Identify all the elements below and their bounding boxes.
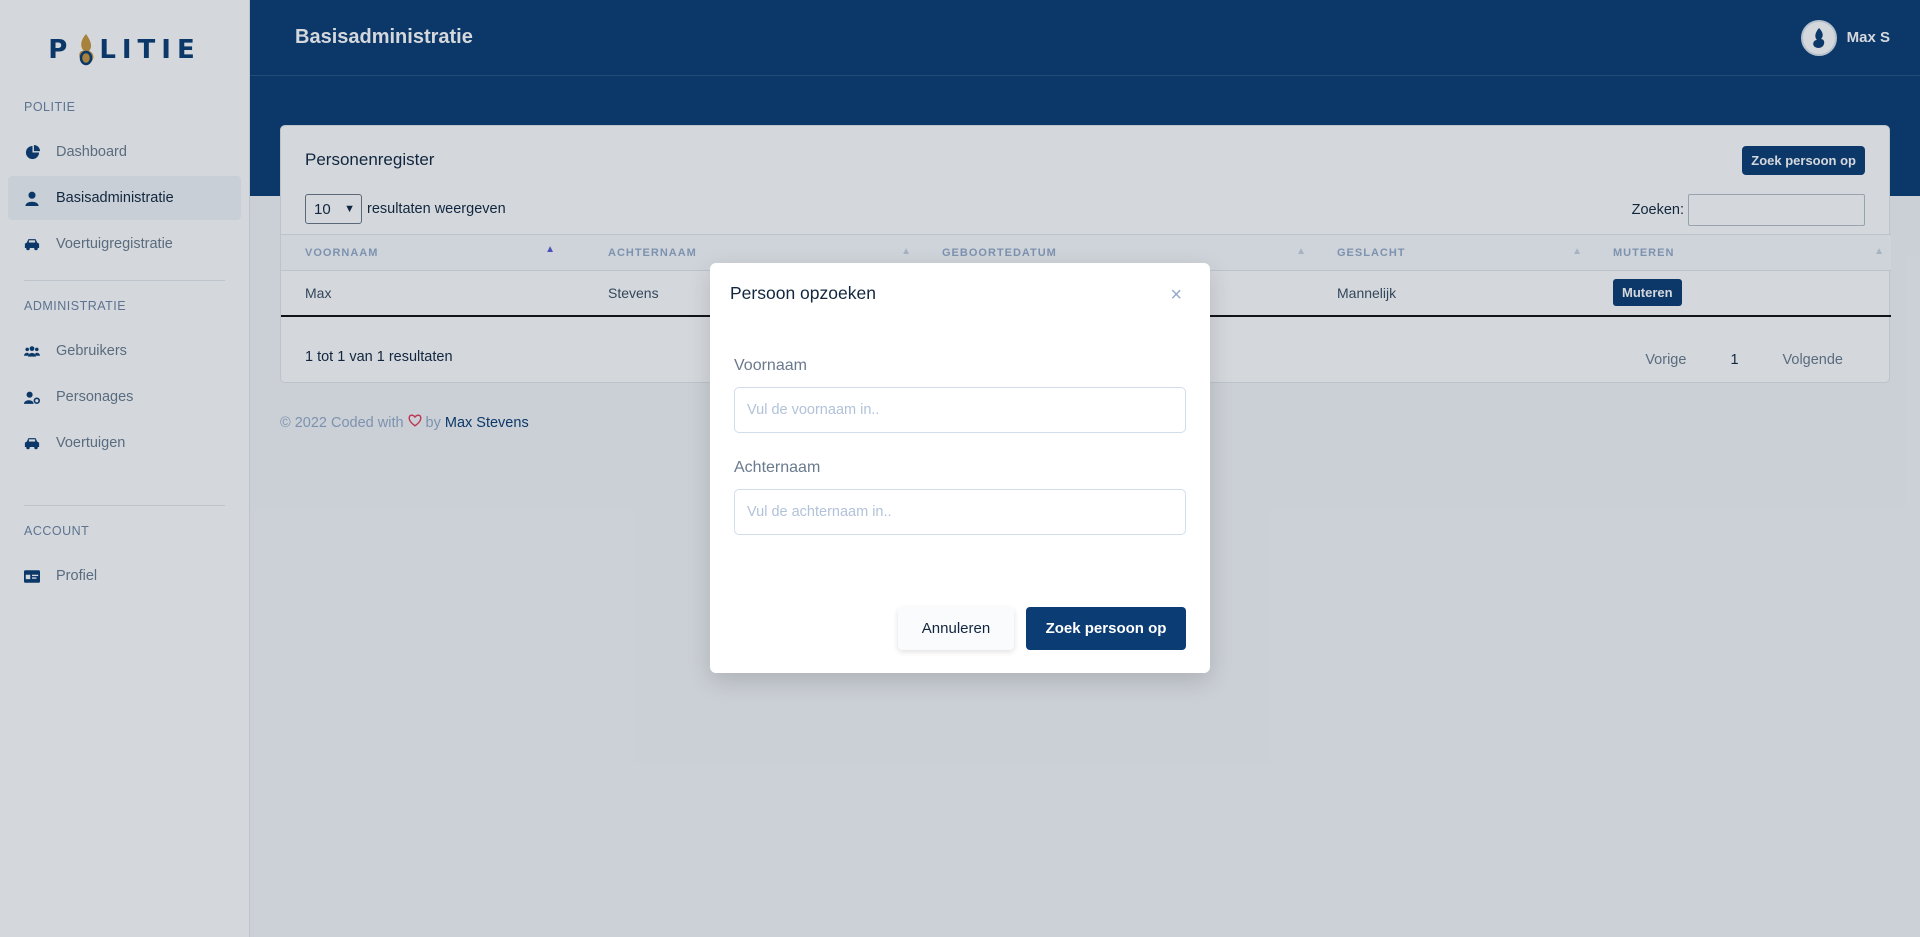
close-icon[interactable]: ×: [1170, 285, 1182, 305]
zoek-persoon-op-button[interactable]: Zoek persoon op: [1026, 607, 1186, 650]
voornaam-label: Voornaam: [734, 357, 807, 374]
persoon-opzoeken-modal: Persoon opzoeken × Voornaam Achternaam A…: [710, 263, 1210, 673]
voornaam-field[interactable]: [734, 387, 1186, 433]
achternaam-label: Achternaam: [734, 459, 821, 476]
cancel-button[interactable]: Annuleren: [898, 607, 1014, 650]
modal-title: Persoon opzoeken: [730, 283, 876, 303]
achternaam-field[interactable]: [734, 489, 1186, 535]
